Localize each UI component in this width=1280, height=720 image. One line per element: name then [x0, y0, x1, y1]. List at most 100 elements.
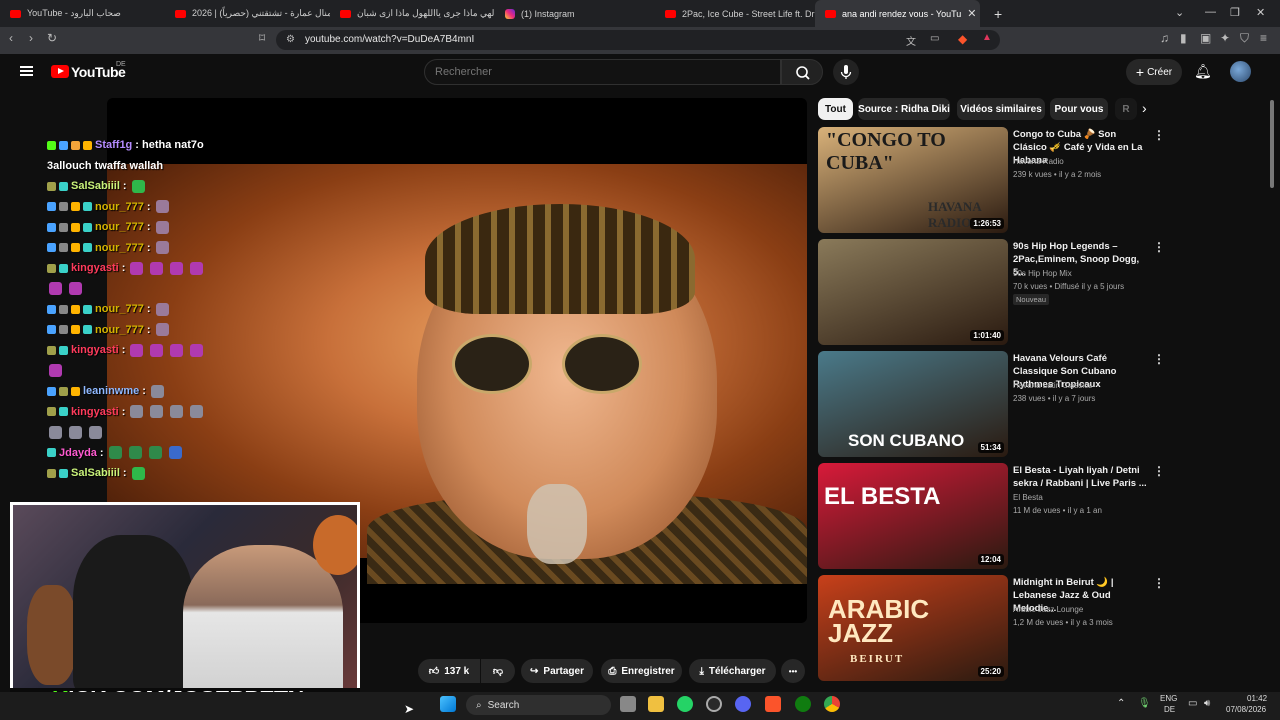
brave-rewards-icon[interactable]: ▲ [982, 32, 992, 43]
chat-message: SalSabiiil: [47, 463, 347, 484]
clock-date[interactable]: 07/08/2026 [1226, 705, 1266, 714]
more-actions-button[interactable]: ••• [781, 659, 805, 683]
save-button[interactable]: ⎙ Enregistrer [601, 659, 682, 683]
brave-browser-icon[interactable] [765, 696, 781, 712]
filter-chip[interactable]: R [1115, 98, 1137, 120]
chat-emote-icon [170, 261, 184, 275]
plus-icon: + [1135, 64, 1145, 80]
bookmark-icon[interactable]: ⌑ [259, 31, 265, 45]
language-top[interactable]: ENG [1160, 694, 1177, 703]
tray-overflow-chevron-icon[interactable]: ⌃ [1117, 698, 1125, 709]
wallet-icon[interactable]: ▣ [1200, 31, 1211, 45]
recommendation-thumbnail[interactable]: "CONGO TO CUBA" HAVANA RADIO 1:26:53 [818, 127, 1008, 233]
youtube-logo-icon[interactable] [51, 65, 69, 78]
chips-next-chevron-icon[interactable]: › [1142, 100, 1147, 116]
recommendation-channel[interactable]: Havana Latin Classics [1013, 379, 1153, 392]
scrollbar-thumb[interactable] [1270, 100, 1274, 188]
url-text[interactable]: youtube.com/watch?v=DuDeA7B4mnI [305, 34, 474, 45]
sidebar-icon[interactable]: ▮ [1180, 31, 1187, 45]
tray-microphone-icon[interactable]: 🎙︎ [1138, 698, 1151, 709]
tab-list-chevron-icon[interactable]: ⌄ [1175, 6, 1184, 19]
filter-chip[interactable]: Vidéos similaires [957, 98, 1045, 120]
reload-icon[interactable]: ↻ [47, 31, 57, 45]
browser-tab[interactable]: 2026 | منال عمارة - تشتقتني (حصرياً) | [165, 0, 330, 27]
browser-tab-label: ana andi rendez vous - YouTu [842, 8, 962, 19]
task-view-icon[interactable] [620, 696, 636, 712]
search-input[interactable] [424, 59, 781, 85]
volume-icon[interactable]: 🔊︎ [1204, 698, 1210, 709]
file-explorer-icon[interactable] [648, 696, 664, 712]
streamer-webcam [10, 502, 360, 692]
browser-tab[interactable]: يا الهي ماذا جرى يااللهول ماذا ازى شبان [330, 0, 495, 27]
chat-emote-icon [148, 446, 162, 460]
recommendation-stats: 239 k vues • il y a 2 mois [1013, 170, 1102, 179]
forward-icon[interactable]: › [29, 31, 33, 45]
browser-tab[interactable]: (1) Instagram [495, 0, 655, 27]
share-button[interactable]: ↪ Partager [521, 659, 593, 683]
xbox-icon[interactable] [795, 696, 811, 712]
chat-text: : [146, 200, 151, 213]
download-button[interactable]: ⤓ Télécharger [689, 659, 776, 683]
browser-tab[interactable]: YouTube - صحاب البارود [0, 0, 165, 27]
kebab-menu-icon[interactable]: ⋮ [1153, 128, 1165, 142]
account-avatar[interactable] [1230, 61, 1251, 82]
recommendation-thumbnail[interactable]: ARABIC JAZZ BEIRUT 25:20 [818, 575, 1008, 681]
close-tab-icon[interactable]: ✕ [967, 7, 976, 20]
recommendation-thumbnail[interactable]: SON CUBANO 51:34 [818, 351, 1008, 457]
discord-icon[interactable] [735, 696, 751, 712]
like-button[interactable]: 👍︎ 137 k [418, 659, 480, 683]
clock-time[interactable]: 01:42 [1247, 694, 1267, 703]
chat-badge-icon [83, 304, 92, 314]
close-window-icon[interactable]: ✕ [1256, 6, 1265, 19]
recommendation-channel[interactable]: Arabic Jazz Lounge [1013, 603, 1153, 616]
recommendation-channel[interactable]: 90s Hip Hop Mix [1013, 267, 1153, 280]
brave-shields-icon[interactable]: ◆ [958, 32, 967, 46]
recommendation-channel[interactable]: El Besta [1013, 491, 1153, 504]
whatsapp-icon[interactable] [677, 696, 693, 712]
search-button[interactable] [781, 59, 823, 85]
minimize-icon[interactable]: — [1205, 6, 1216, 18]
filter-chip[interactable]: Source : Ridha Diki [858, 98, 950, 120]
language-bottom[interactable]: DE [1164, 705, 1175, 714]
chrome-icon[interactable] [824, 696, 840, 712]
kebab-menu-icon[interactable]: ⋮ [1153, 352, 1165, 366]
maximize-icon[interactable]: ❐ [1230, 6, 1240, 19]
network-icon[interactable]: ▭ [1188, 698, 1197, 709]
filter-chip[interactable]: Pour vous [1050, 98, 1108, 120]
vpn-icon[interactable]: ⛉ [1240, 31, 1249, 46]
dislike-button[interactable]: 👎︎ [481, 659, 515, 683]
create-button[interactable]: + Créer [1126, 59, 1182, 85]
recommendation-title[interactable]: El Besta - Liyah liyah / Detni sekra / R… [1013, 464, 1148, 490]
recommendation-thumbnail[interactable]: EL BESTA 12:04 [818, 463, 1008, 569]
chat-badge-icon [47, 140, 56, 150]
recommendation-thumbnail[interactable]: 1:01:40 [818, 239, 1008, 345]
chat-username: nour_777 [95, 200, 144, 213]
site-info-icon[interactable]: ⚙ [286, 34, 295, 45]
windows-start-icon[interactable] [440, 696, 456, 712]
cast-icon[interactable]: ▭ [930, 33, 939, 44]
recommendation-stats: 70 k vues • Diffusé il y a 5 jours [1013, 282, 1125, 291]
webcam-gaming-chair [73, 535, 193, 689]
recommendation-channel[interactable]: Havana Radio [1013, 155, 1153, 168]
browser-tab[interactable]: ana andi rendez vous - YouTu ✕ [815, 0, 980, 27]
browser-tab[interactable]: 2Pac, Ice Cube - Street Life ft. Dr Dre [655, 0, 815, 27]
kebab-menu-icon[interactable]: ⋮ [1153, 464, 1165, 478]
translate-icon[interactable]: 文 [906, 33, 916, 48]
voice-search-button[interactable] [833, 59, 859, 85]
back-icon[interactable]: ‹ [9, 31, 13, 45]
media-icon[interactable]: ♫ [1160, 31, 1169, 45]
menu-icon[interactable]: ≡ [1260, 31, 1267, 45]
chat-badge-icon [71, 243, 80, 253]
browser-tab-label: YouTube - صحاب البارود [27, 8, 121, 18]
notifications-bell-icon[interactable]: 🔔︎ [1194, 63, 1212, 80]
filter-chip[interactable]: Tout [818, 98, 853, 120]
chat-username: SalSabiiil [71, 467, 120, 480]
kebab-menu-icon[interactable]: ⋮ [1153, 240, 1165, 254]
chat-username: SalSabiiil [71, 180, 120, 193]
taskbar-search[interactable]: ⌕ Search [466, 695, 611, 715]
hamburger-menu-icon[interactable] [20, 66, 33, 76]
obs-icon[interactable] [706, 696, 722, 712]
new-tab-button[interactable]: + [994, 6, 1002, 22]
kebab-menu-icon[interactable]: ⋮ [1153, 576, 1165, 590]
leo-ai-icon[interactable]: ✦ [1220, 31, 1230, 45]
